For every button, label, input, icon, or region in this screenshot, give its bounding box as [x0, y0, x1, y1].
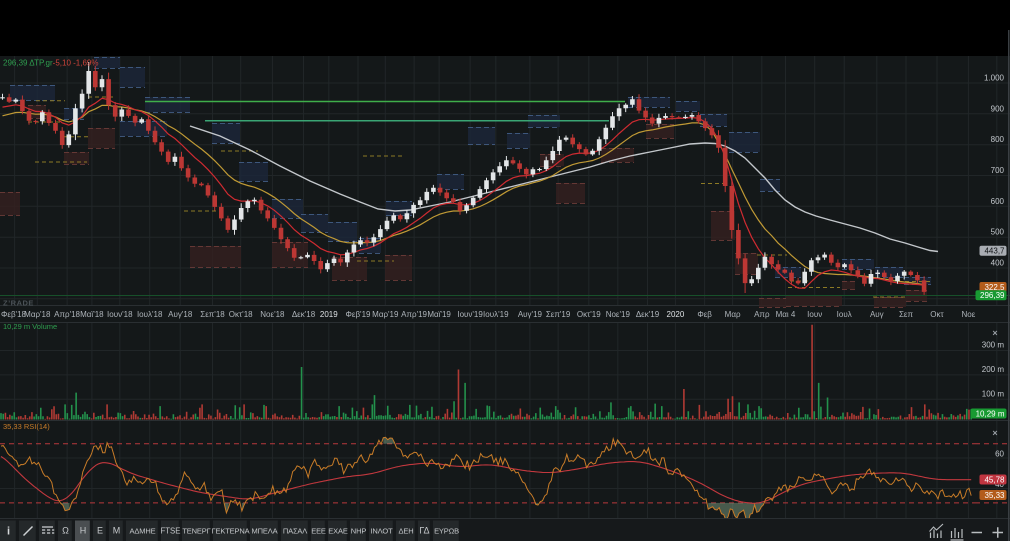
- svg-text:Νοε: Νοε: [962, 310, 976, 319]
- svg-text:Μαρ: Μαρ: [725, 310, 741, 319]
- svg-text:Μαι 4: Μαι 4: [776, 310, 796, 319]
- svg-text:ΝΗΡ: ΝΗΡ: [351, 527, 367, 536]
- svg-text:Μαρ'18: Μαρ'18: [24, 310, 51, 319]
- svg-text:700: 700: [991, 166, 1005, 175]
- svg-text:Απρ'19: Απρ'19: [401, 310, 427, 319]
- svg-text:Απρ: Απρ: [754, 310, 770, 319]
- svg-text:Αυγ'19: Αυγ'19: [518, 310, 543, 319]
- svg-text:Ιουν: Ιουν: [807, 310, 822, 319]
- svg-text:296,39: 296,39: [980, 291, 1005, 300]
- svg-text:H: H: [80, 526, 87, 536]
- svg-text:×: ×: [992, 428, 997, 438]
- svg-text:Φεβ'19: Φεβ'19: [346, 310, 372, 319]
- svg-text:Z’RADE: Z’RADE: [3, 299, 34, 308]
- svg-text:60: 60: [995, 450, 1004, 459]
- svg-text:200 m: 200 m: [982, 365, 1005, 374]
- svg-text:Οκτ'18: Οκτ'18: [229, 310, 253, 319]
- svg-text:Σεπ: Σεπ: [899, 310, 914, 319]
- svg-text:Οκτ'19: Οκτ'19: [577, 310, 601, 319]
- svg-text:1.000: 1.000: [984, 74, 1005, 83]
- svg-text:Αυγ: Αυγ: [870, 310, 884, 319]
- svg-text:800: 800: [991, 135, 1005, 144]
- svg-text:ΔΕΗ: ΔΕΗ: [399, 527, 414, 536]
- svg-text:300 m: 300 m: [982, 341, 1005, 350]
- svg-text:×: ×: [992, 328, 997, 338]
- svg-text:2020: 2020: [667, 310, 685, 319]
- svg-text:45,78: 45,78: [984, 475, 1005, 484]
- svg-text:Μαρ'19: Μαρ'19: [372, 310, 399, 319]
- svg-text:E: E: [97, 526, 103, 536]
- svg-text:500: 500: [991, 228, 1005, 237]
- svg-text:10,29 m Volume: 10,29 m Volume: [3, 322, 57, 331]
- svg-text:Νοε'19: Νοε'19: [606, 310, 631, 319]
- svg-text:900: 900: [991, 104, 1005, 113]
- svg-text:Δεκ'18: Δεκ'18: [292, 310, 316, 319]
- svg-text:M: M: [113, 526, 121, 536]
- svg-text:Ιουν'19: Ιουν'19: [457, 310, 483, 319]
- svg-text:Ω: Ω: [62, 526, 69, 536]
- svg-text:Δεκ'19: Δεκ'19: [636, 310, 660, 319]
- svg-text:Μαϊ'19: Μαϊ'19: [427, 310, 451, 319]
- svg-text:FTSE: FTSE: [161, 527, 181, 536]
- svg-text:400: 400: [991, 259, 1005, 268]
- svg-text:Φεβ: Φεβ: [697, 310, 712, 319]
- svg-text:100 m: 100 m: [982, 389, 1005, 398]
- svg-text:Σεπ'18: Σεπ'18: [200, 310, 225, 319]
- svg-text:Μαϊ'18: Μαϊ'18: [80, 310, 104, 319]
- svg-text:Απρ'18: Απρ'18: [54, 310, 80, 319]
- svg-text:ΕΕΕ: ΕΕΕ: [311, 527, 326, 536]
- svg-text:443,7: 443,7: [984, 247, 1005, 256]
- svg-text:ΠΑΣΑΛ: ΠΑΣΑΛ: [283, 527, 307, 536]
- svg-text:2019: 2019: [320, 310, 338, 319]
- svg-text:ΕΧΑΕ: ΕΧΑΕ: [328, 527, 348, 536]
- svg-text:ΓΔ: ΓΔ: [419, 526, 429, 536]
- svg-text:Φεβ'18: Φεβ'18: [1, 310, 27, 319]
- svg-text:ΑΔΜΗΕ: ΑΔΜΗΕ: [130, 527, 156, 536]
- svg-text:ΤΕΝΕΡΓ: ΤΕΝΕΡΓ: [182, 527, 210, 536]
- svg-text:ΙΝΛΟΤ: ΙΝΛΟΤ: [370, 527, 393, 536]
- svg-text:Νοε'18: Νοε'18: [260, 310, 285, 319]
- svg-text:ΓΕΚΤΕΡΝΑ: ΓΕΚΤΕΡΝΑ: [212, 527, 250, 536]
- svg-text:Αυγ'18: Αυγ'18: [168, 310, 193, 319]
- svg-text:Ιουλ'18: Ιουλ'18: [137, 310, 163, 319]
- svg-text:ΕΥΡΩΒ: ΕΥΡΩΒ: [434, 527, 459, 536]
- svg-text:600: 600: [991, 197, 1005, 206]
- svg-text:Ιουν'18: Ιουν'18: [107, 310, 133, 319]
- svg-text:Ιουλ: Ιουλ: [837, 310, 852, 319]
- svg-text:Ιουλ'19: Ιουλ'19: [483, 310, 509, 319]
- svg-text:ΜΠΕΛΑ: ΜΠΕΛΑ: [252, 527, 278, 536]
- svg-text:10,29 m: 10,29 m: [976, 409, 1005, 418]
- svg-text:296,39 ΔΤΡ.gr-5,10 -1,69%: 296,39 ΔΤΡ.gr-5,10 -1,69%: [3, 59, 98, 68]
- svg-text:Σεπ'19: Σεπ'19: [546, 310, 571, 319]
- svg-text:i: i: [7, 526, 10, 538]
- svg-text:35,33: 35,33: [984, 491, 1005, 500]
- svg-text:Οκτ: Οκτ: [930, 310, 944, 319]
- svg-text:35,33 RSI(14): 35,33 RSI(14): [3, 422, 50, 431]
